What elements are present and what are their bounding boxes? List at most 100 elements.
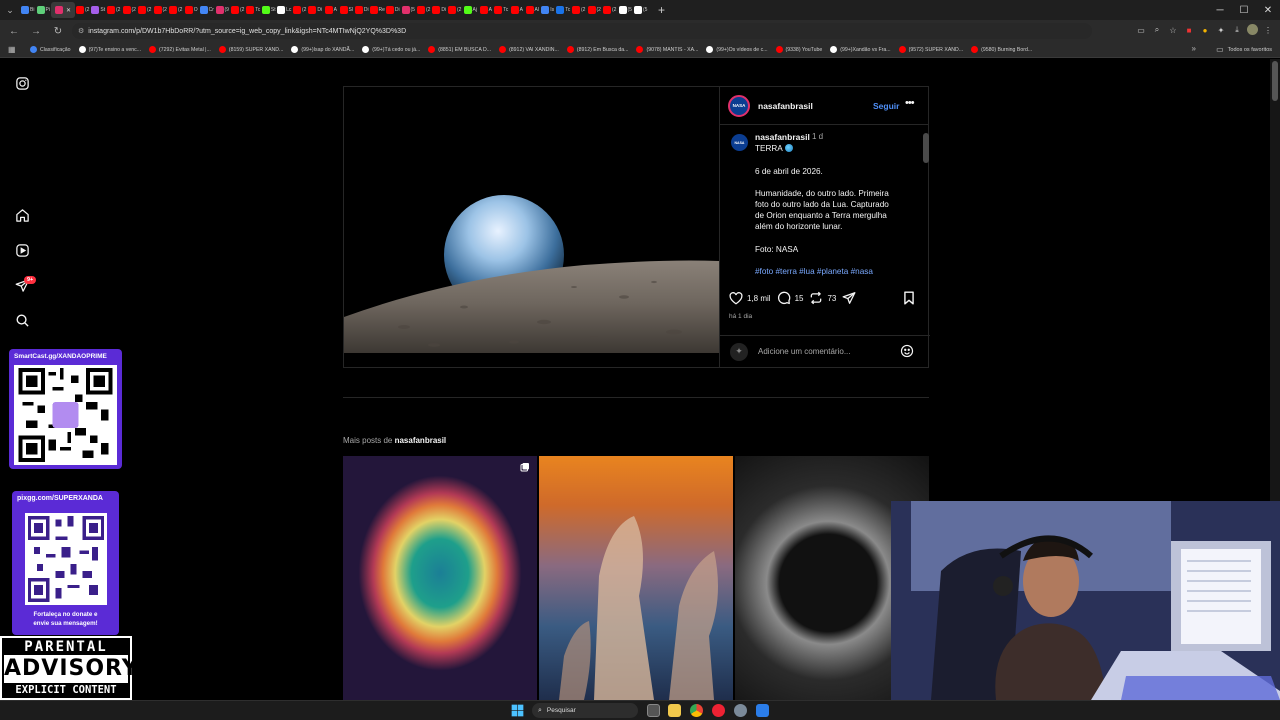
bookmark-item[interactable]: (99+)Tá cedo ou já... bbox=[362, 46, 420, 53]
windows-start-icon[interactable] bbox=[511, 704, 524, 717]
maximize-icon[interactable]: ☐ bbox=[1232, 0, 1256, 20]
browser-tab[interactable]: Pi bbox=[36, 2, 52, 18]
bookmark-item[interactable]: (8912) VAI XANDIN... bbox=[499, 46, 559, 53]
bookmark-item[interactable]: (9572) SUPER XAND... bbox=[898, 46, 963, 53]
browser-tab[interactable]: Lc bbox=[277, 2, 293, 18]
more-options-icon[interactable]: ••• bbox=[905, 97, 915, 109]
save-bookmark-icon[interactable] bbox=[903, 291, 915, 310]
browser-tab[interactable]: (2 bbox=[122, 2, 138, 18]
comment-action[interactable]: 15 bbox=[777, 291, 803, 305]
caption-scrollbar[interactable] bbox=[922, 127, 930, 281]
comment-input[interactable] bbox=[758, 347, 898, 356]
bookmark-item[interactable]: Classificação bbox=[30, 46, 71, 53]
caption-hashtags[interactable]: #foto #terra #lua #planeta #nasa bbox=[755, 267, 873, 276]
bookmark-item[interactable]: (7292) Evitas Metal |... bbox=[149, 46, 211, 53]
browser-tab[interactable]: A bbox=[323, 2, 339, 18]
bookmark-item[interactable]: (97)Te ensino a venc... bbox=[78, 46, 141, 53]
browser-tab[interactable]: (5 bbox=[401, 2, 417, 18]
app-icon-red[interactable] bbox=[712, 704, 725, 717]
like-action[interactable]: 1,8 mil bbox=[729, 291, 771, 305]
browser-tab[interactable]: Di bbox=[432, 2, 448, 18]
bookmark-star-icon[interactable]: ☆ bbox=[1167, 23, 1179, 37]
tab-search-icon[interactable]: ⌄ bbox=[0, 0, 20, 20]
reels-icon[interactable] bbox=[13, 241, 31, 259]
file-explorer-icon[interactable] bbox=[668, 704, 681, 717]
bookmark-item[interactable]: (9580) Burning Bord... bbox=[971, 46, 1032, 53]
browser-tab[interactable]: (2 bbox=[137, 2, 153, 18]
grid-post-pillars-of-creation[interactable] bbox=[539, 456, 733, 700]
bookmark-item[interactable]: (99+)Xandão vs Fra... bbox=[830, 46, 891, 53]
app-icon-blue[interactable] bbox=[756, 704, 769, 717]
chrome-icon[interactable] bbox=[690, 704, 703, 717]
browser-tab[interactable]: Aj bbox=[463, 2, 479, 18]
search-icon[interactable] bbox=[13, 311, 31, 329]
browser-tab[interactable]: Di bbox=[385, 2, 401, 18]
url-field[interactable]: ⚙ instagram.com/p/DW1b7HbDoRR/?utm_sourc… bbox=[72, 23, 1092, 39]
browser-tab[interactable]: (5 bbox=[618, 2, 634, 18]
browser-tab[interactable]: (2 bbox=[292, 2, 308, 18]
task-view-icon[interactable] bbox=[647, 704, 660, 717]
caption-username[interactable]: nasafanbrasil bbox=[755, 132, 810, 142]
reload-icon[interactable]: ↻ bbox=[50, 26, 66, 37]
browser-tab[interactable]: (2 bbox=[106, 2, 122, 18]
grid-post-ring-nebula[interactable] bbox=[343, 456, 537, 700]
download-icon[interactable]: ⤓ bbox=[1231, 23, 1243, 37]
browser-tab[interactable]: (2 bbox=[416, 2, 432, 18]
extension-icon[interactable]: ● bbox=[1199, 23, 1211, 37]
bookmark-item[interactable]: (8851) EM BUSCA D... bbox=[428, 46, 491, 53]
browser-tab[interactable]: Is bbox=[540, 2, 556, 18]
browser-tab[interactable]: Tc bbox=[246, 2, 262, 18]
new-tab-button[interactable]: + bbox=[655, 3, 669, 17]
apps-grid-icon[interactable]: ▦ bbox=[8, 45, 22, 54]
author-username[interactable]: nasafanbrasil bbox=[758, 101, 813, 111]
browser-tab[interactable]: (2 bbox=[571, 2, 587, 18]
browser-tab[interactable]: (5 bbox=[633, 2, 649, 18]
browser-tab[interactable]: O bbox=[184, 2, 200, 18]
author-avatar[interactable]: NASA bbox=[728, 94, 750, 117]
bookmarks-overflow-icon[interactable]: » bbox=[1192, 44, 1196, 53]
browser-tab[interactable]: A bbox=[509, 2, 525, 18]
tab-active[interactable]: ✕ bbox=[51, 2, 75, 18]
forward-icon[interactable]: → bbox=[28, 26, 44, 37]
more-posts-username[interactable]: nasafanbrasil bbox=[395, 436, 447, 445]
browser-tab[interactable]: A bbox=[478, 2, 494, 18]
browser-tab[interactable]: Tc bbox=[494, 2, 510, 18]
settings-gear-icon[interactable] bbox=[734, 704, 747, 717]
url-text[interactable]: instagram.com/p/DW1b7HbDoRR/?utm_source=… bbox=[88, 28, 406, 35]
bookmark-item[interactable]: (8912) Em Busca da... bbox=[566, 46, 628, 53]
browser-tab[interactable]: St bbox=[261, 2, 277, 18]
browser-tab[interactable]: Sl bbox=[339, 2, 355, 18]
repost-action[interactable]: 73 bbox=[809, 291, 836, 305]
browser-tab[interactable]: Tc bbox=[556, 2, 572, 18]
like-count[interactable]: 1,8 mil bbox=[747, 294, 771, 303]
bookmark-item[interactable]: (9338) YouTube bbox=[775, 46, 822, 53]
browser-tab[interactable]: (2 bbox=[447, 2, 463, 18]
instagram-logo-icon[interactable] bbox=[13, 74, 31, 92]
caption-scrollbar-thumb[interactable] bbox=[923, 133, 929, 163]
taskbar-search[interactable]: ⌕ Pesquisar bbox=[532, 703, 638, 718]
menu-icon[interactable]: ⋮ bbox=[1262, 23, 1274, 37]
follow-button[interactable]: Seguir bbox=[873, 101, 899, 111]
minimize-icon[interactable]: ─ bbox=[1208, 0, 1232, 20]
browser-tab[interactable]: (2 bbox=[230, 2, 246, 18]
browser-tab[interactable]: St bbox=[91, 2, 107, 18]
site-info-icon[interactable]: ⚙ bbox=[78, 27, 84, 35]
bookmark-item[interactable]: (8159) SUPER XAND... bbox=[218, 46, 283, 53]
zoom-icon[interactable]: ⌕ bbox=[1151, 23, 1163, 37]
emoji-icon[interactable] bbox=[900, 344, 914, 363]
share-action[interactable] bbox=[842, 291, 856, 305]
extension-icon[interactable]: ■ bbox=[1183, 23, 1195, 37]
bookmark-item[interactable]: (99+)Os vídeos de c... bbox=[706, 46, 768, 53]
post-date[interactable]: há 1 dia bbox=[729, 313, 752, 320]
browser-tab[interactable]: Cr bbox=[199, 2, 215, 18]
profile-avatar[interactable] bbox=[1247, 24, 1258, 35]
home-icon[interactable] bbox=[13, 206, 31, 224]
bookmark-item[interactable]: (99+)Isap do XANDÃ... bbox=[291, 46, 354, 53]
extensions-puzzle-icon[interactable]: ✦ bbox=[1215, 23, 1227, 37]
browser-tab[interactable]: (2 bbox=[168, 2, 184, 18]
back-icon[interactable]: ← bbox=[6, 26, 22, 37]
close-window-icon[interactable]: ✕ bbox=[1256, 0, 1280, 20]
post-image-earthrise[interactable] bbox=[344, 87, 719, 367]
browser-tab[interactable]: (2 bbox=[587, 2, 603, 18]
close-tab-icon[interactable]: ✕ bbox=[66, 7, 71, 14]
